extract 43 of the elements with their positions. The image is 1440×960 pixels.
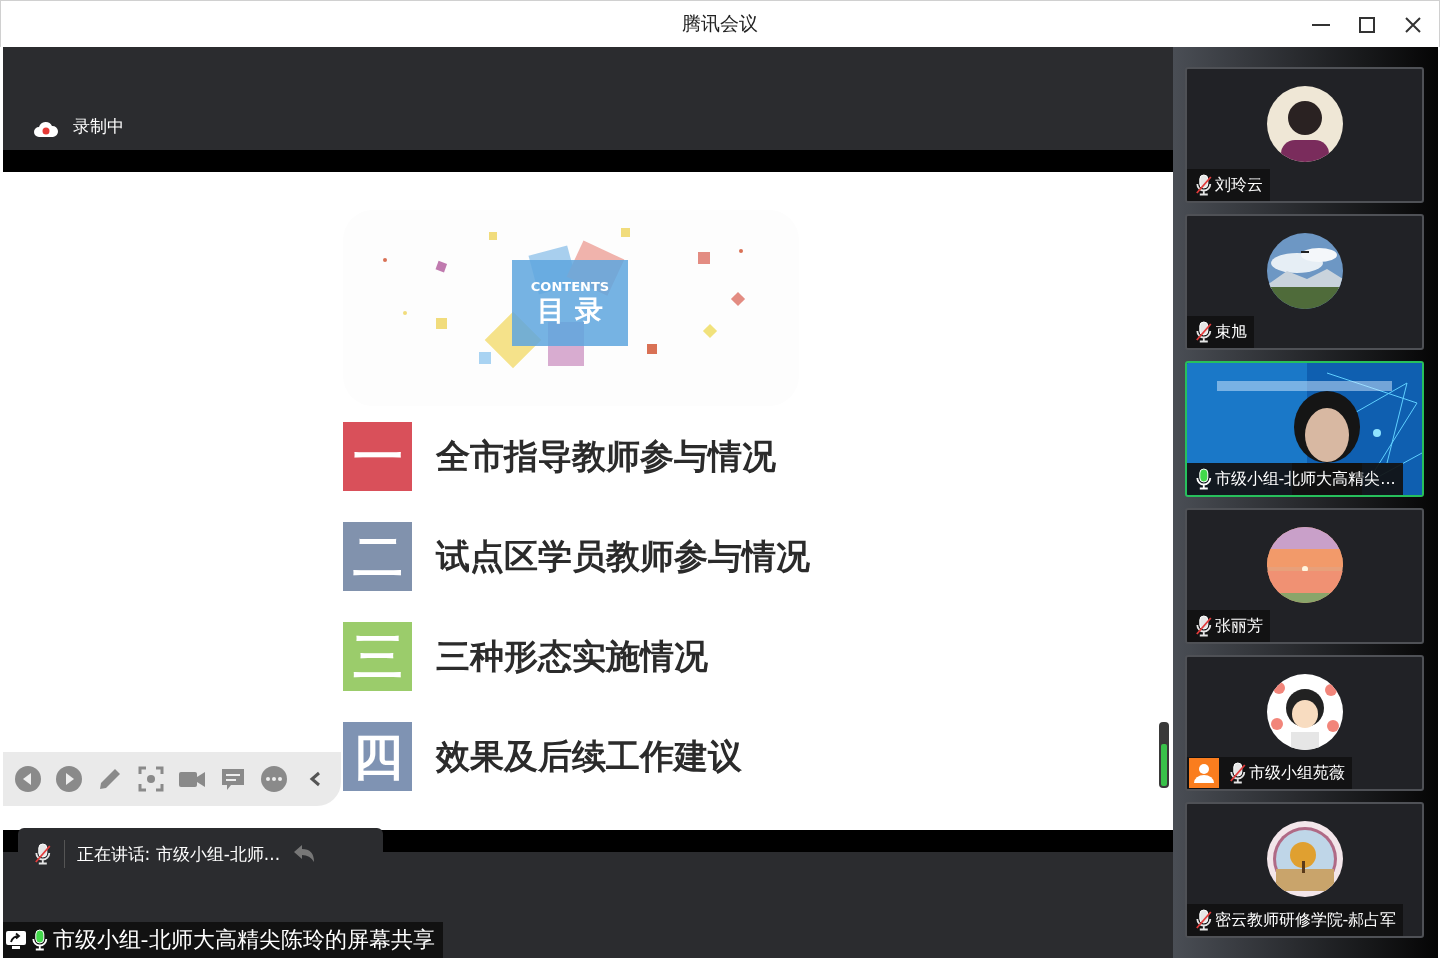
contents-title: 目 录 [537,295,603,327]
muted-mic-icon [1195,321,1213,343]
participant-tile[interactable]: 张丽芳 [1185,508,1424,644]
volume-meter-icon [1159,722,1169,788]
participant-name: 张丽芳 [1214,615,1263,637]
mic-icon [31,929,49,951]
participant-name: 刘玲云 [1214,174,1263,196]
participant-tile[interactable]: 束旭 [1185,214,1424,350]
close-icon[interactable] [1405,17,1421,33]
participant-tile[interactable]: 密云教师研修学院-郝占军 [1185,802,1424,938]
muted-mic-icon [1229,762,1247,784]
participant-tile[interactable]: 刘玲云 [1185,67,1424,203]
agenda-item: 三种形态实施情况 [436,634,708,678]
contents-heading: CONTENTS [530,279,610,295]
agenda-item: 试点区学员教师参与情况 [436,534,810,578]
speaking-label: 正在讲话: 市级小组-北师... [76,842,281,866]
muted-mic-icon [1195,615,1213,637]
numeral-tile: 三 [343,622,412,691]
share-label: 市级小组-北师大高精尖陈玲的屏幕共享 [52,926,435,954]
recording-label: 录制中 [73,115,124,138]
participant-name: 市级小组苑薇 [1248,762,1345,784]
participant-tile[interactable]: 市级小组苑薇 [1185,655,1424,791]
cloud-icon [33,120,59,138]
next-button[interactable] [55,765,83,793]
participant-name: 密云教师研修学院-郝占军 [1214,909,1397,931]
muted-mic-icon [1195,174,1213,196]
agenda-item: 效果及后续工作建议 [436,734,742,778]
window-title: 腾讯会议 [682,11,758,36]
agenda-item: 全市指导教师参与情况 [436,434,776,478]
muted-mic-icon [1195,909,1213,931]
previous-button[interactable] [14,765,42,793]
maximize-icon[interactable] [1359,17,1375,33]
numeral-tile: 四 [343,722,412,791]
participant-tile[interactable]: 市级小组-北师大高精尖... [1185,361,1424,497]
participant-name: 市级小组-北师大高精尖... [1214,468,1396,490]
participant-name: 束旭 [1214,321,1247,343]
mic-icon [1195,468,1213,490]
muted-mic-icon [34,843,52,865]
undo-icon [292,844,317,864]
focus-icon[interactable] [137,765,165,793]
more-button[interactable] [260,765,288,793]
numeral-tile: 一 [343,422,412,491]
numeral-tile: 二 [343,522,412,591]
